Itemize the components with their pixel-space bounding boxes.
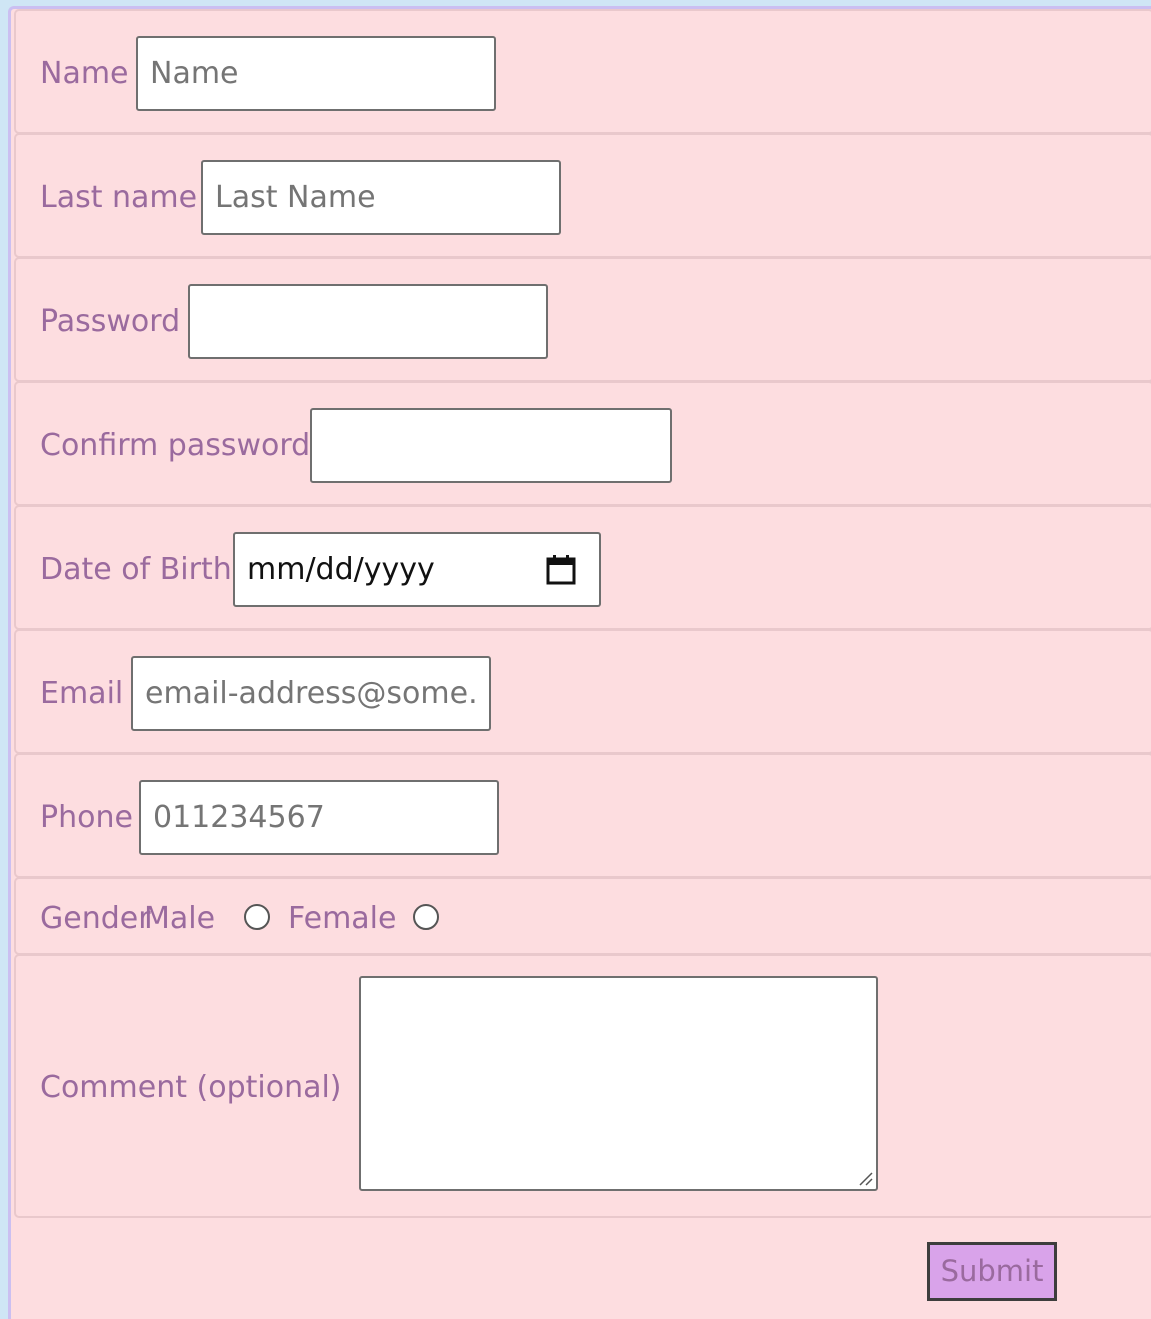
gender-row: Gender Male Female <box>14 877 1151 955</box>
comment-label: Comment (optional) <box>40 1070 342 1105</box>
last-name-input[interactable] <box>201 160 561 235</box>
phone-row: Phone <box>14 753 1151 878</box>
submit-button[interactable]: Submit <box>927 1242 1057 1301</box>
gender-male-radio[interactable] <box>244 904 270 930</box>
calendar-icon[interactable] <box>545 554 577 586</box>
name-input[interactable] <box>136 36 496 111</box>
resize-grip-icon[interactable] <box>857 1170 873 1186</box>
registration-form: Name Last name Password Confirm password… <box>8 6 1151 1319</box>
gender-option-male-label: Male <box>144 901 216 936</box>
dob-label: Date of Birth <box>40 552 232 587</box>
gender-option-female-label: Female <box>288 901 397 936</box>
email-label: Email <box>40 676 124 711</box>
dob-input[interactable]: mm/dd/yyyy <box>233 532 601 607</box>
password-row: Password <box>14 257 1151 382</box>
phone-label: Phone <box>40 800 133 835</box>
password-label: Password <box>40 304 181 339</box>
last-name-label: Last name <box>40 180 198 215</box>
confirm-password-input[interactable] <box>310 408 672 483</box>
name-row: Name <box>14 9 1151 134</box>
gender-female-radio[interactable] <box>413 904 439 930</box>
email-row: Email <box>14 629 1151 754</box>
last-name-row: Last name <box>14 133 1151 258</box>
gender-label: Gender <box>40 901 151 936</box>
email-input[interactable] <box>131 656 491 731</box>
password-input[interactable] <box>188 284 548 359</box>
confirm-password-row: Confirm password <box>14 381 1151 506</box>
comment-row: Comment (optional) <box>14 954 1151 1218</box>
dob-placeholder: mm/dd/yyyy <box>247 552 435 587</box>
dob-row: Date of Birth mm/dd/yyyy <box>14 505 1151 630</box>
name-label: Name <box>40 56 129 91</box>
confirm-password-label: Confirm password <box>40 428 311 463</box>
comment-textarea[interactable] <box>359 976 878 1191</box>
phone-input[interactable] <box>139 780 499 855</box>
